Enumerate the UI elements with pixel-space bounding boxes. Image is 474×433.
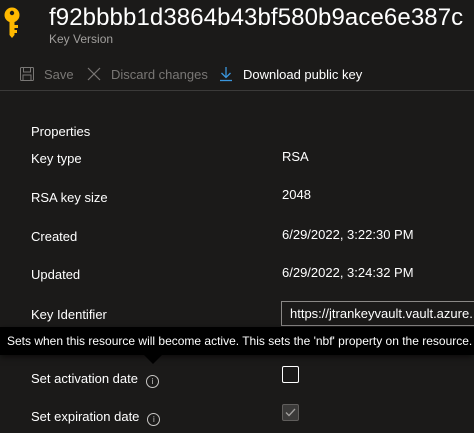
set-expiration-date-label: Set expiration date	[31, 409, 140, 424]
rsa-key-size-value: 2048	[282, 187, 311, 202]
updated-value: 6/29/2022, 3:24:32 PM	[282, 265, 414, 280]
page-subtitle: Key Version	[49, 32, 114, 46]
set-expiration-date-row: Set expiration date i	[31, 409, 161, 426]
download-public-key-button[interactable]: Download public key	[217, 60, 362, 88]
save-button[interactable]: Save	[18, 60, 74, 88]
set-expiration-date-checkbox[interactable]	[282, 404, 299, 421]
set-activation-date-label: Set activation date	[31, 371, 138, 386]
save-label: Save	[44, 66, 74, 82]
key-identifier-field[interactable]	[281, 301, 474, 326]
page-header: f92bbbb1d3864b43bf580b9ace6e387c Key Ver…	[0, 0, 474, 56]
key-type-value: RSA	[282, 149, 309, 164]
created-label: Created	[31, 229, 78, 244]
page-title: f92bbbb1d3864b43bf580b9ace6e387c	[49, 4, 464, 31]
download-public-key-label: Download public key	[243, 66, 363, 82]
set-activation-date-row: Set activation date i	[31, 371, 159, 388]
rsa-key-size-label: RSA key size	[31, 190, 108, 205]
key-icon	[0, 6, 28, 38]
checkmark-icon	[285, 408, 296, 417]
discard-changes-button[interactable]: Discard changes	[85, 60, 208, 88]
key-type-label: Key type	[31, 151, 82, 166]
key-identifier-input[interactable]	[282, 302, 474, 325]
properties-heading: Properties	[31, 124, 91, 139]
info-icon[interactable]: i	[145, 375, 159, 388]
activation-date-tooltip: Sets when this resource will become acti…	[0, 327, 474, 355]
save-icon	[18, 65, 36, 83]
discard-changes-label: Discard changes	[111, 66, 208, 82]
updated-label: Updated	[31, 267, 81, 282]
set-activation-date-checkbox[interactable]	[282, 366, 299, 383]
key-identifier-label: Key Identifier	[31, 307, 107, 322]
close-icon	[85, 65, 103, 83]
download-icon	[217, 65, 235, 83]
tooltip-beak	[144, 355, 162, 364]
created-value: 6/29/2022, 3:22:30 PM	[282, 227, 414, 242]
info-icon[interactable]: i	[147, 413, 161, 426]
command-bar: Save Discard changes Download public key	[0, 60, 474, 91]
